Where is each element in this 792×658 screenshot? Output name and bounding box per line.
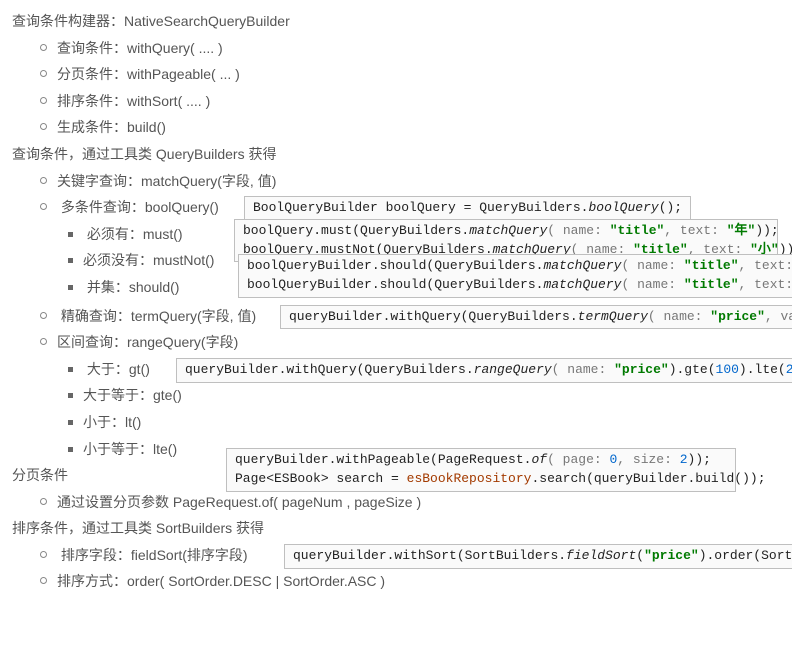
section-builder-title: 查询条件构建器：NativeSearchQueryBuilder	[12, 8, 780, 35]
build-item: 生成条件：build()	[12, 114, 780, 141]
term-query-code: queryBuilder.withQuery(QueryBuilders.ter…	[280, 305, 792, 330]
section-sort-title: 排序条件，通过工具类 SortBuilders 获得	[12, 515, 780, 542]
with-pageable-item: 分页条件：withPageable( ... )	[12, 61, 780, 88]
order-item: 排序方式：order( SortOrder.DESC | SortOrder.A…	[12, 568, 780, 595]
lt-item: 小于：lt()	[12, 409, 780, 436]
gt-item: 大于：gt() queryBuilder.withQuery(QueryBuil…	[12, 356, 780, 383]
match-query-item: 关键字查询：matchQuery(字段, 值)	[12, 168, 780, 195]
term-query-item: 精确查询：termQuery(字段, 值) queryBuilder.withQ…	[12, 303, 780, 330]
section-page-title: 分页条件 queryBuilder.withPageable(PageReque…	[12, 462, 780, 489]
should-code: boolQueryBuilder.should(QueryBuilders.ma…	[238, 254, 792, 298]
pageable-code: queryBuilder.withPageable(PageRequest.of…	[226, 448, 736, 492]
page-request-item: 通过设置分页参数 PageRequest.of( pageNum , pageS…	[12, 489, 780, 516]
bool-query-code: BoolQueryBuilder boolQuery = QueryBuilde…	[244, 196, 691, 221]
field-sort-item: 排序字段：fieldSort(排序字段) queryBuilder.withSo…	[12, 542, 780, 569]
gte-item: 大于等于：gte()	[12, 382, 780, 409]
range-query-code: queryBuilder.withQuery(QueryBuilders.ran…	[176, 358, 792, 383]
with-query-item: 查询条件：withQuery( .... )	[12, 35, 780, 62]
bool-query-item: 多条件查询：boolQuery() BoolQueryBuilder boolQ…	[12, 194, 780, 221]
must-item: 必须有：must() boolQuery.must(QueryBuilders.…	[12, 221, 780, 248]
with-sort-item: 排序条件：withSort( .... )	[12, 88, 780, 115]
range-query-item: 区间查询：rangeQuery(字段)	[12, 329, 780, 356]
bool-query-label: 多条件查询：boolQuery()	[61, 199, 219, 215]
section-querybuilders-title: 查询条件，通过工具类 QueryBuilders 获得	[12, 141, 780, 168]
field-sort-code: queryBuilder.withSort(SortBuilders.field…	[284, 544, 792, 569]
should-item: 并集：should() boolQueryBuilder.should(Quer…	[12, 274, 780, 301]
